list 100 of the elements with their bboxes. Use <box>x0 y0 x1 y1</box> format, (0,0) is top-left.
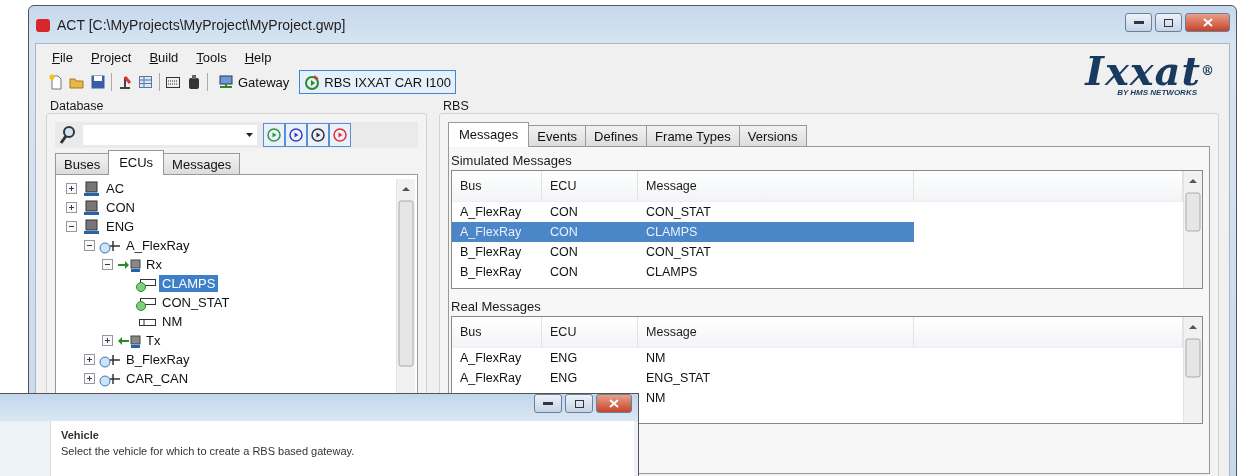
menu-item[interactable]: Tools <box>196 50 227 65</box>
tab[interactable]: Versions <box>738 125 807 147</box>
expander-icon[interactable] <box>102 335 113 346</box>
maximize-button[interactable] <box>565 394 593 413</box>
tool-icon <box>117 74 133 90</box>
scroll-thumb[interactable] <box>398 200 414 367</box>
menu-item[interactable]: Build <box>149 50 179 65</box>
run-icon <box>304 74 321 90</box>
table-cell-text: CLAMPS <box>645 264 699 281</box>
tree-item[interactable]: CON_STAT <box>159 294 233 311</box>
dialog-description: Select the vehicle for which to create a RBS based gateway. <box>61 445 356 457</box>
expander-icon[interactable] <box>84 354 95 365</box>
column-header[interactable]: ECU <box>542 317 639 347</box>
close-button[interactable] <box>596 394 632 413</box>
tree-item[interactable]: CAR_CAN <box>123 370 192 387</box>
dialog-heading: Vehicle <box>61 429 100 441</box>
tab[interactable]: Defines <box>585 125 648 147</box>
table-cell-text: NM <box>645 350 667 367</box>
receive-icon <box>117 256 141 273</box>
scroll-up-icon[interactable] <box>1189 179 1197 183</box>
expander-icon[interactable] <box>84 240 95 251</box>
group-title: RBS <box>442 99 470 113</box>
toolbar-button[interactable]: Gateway <box>213 70 295 94</box>
scroll-up-icon[interactable] <box>402 187 411 191</box>
close-icon <box>609 399 619 408</box>
tab[interactable]: Messages <box>163 153 241 175</box>
section-title: Simulated Messages <box>450 152 573 170</box>
play-button[interactable] <box>307 123 329 147</box>
column-header[interactable]: ECU <box>542 171 639 201</box>
maximize-button[interactable] <box>1155 13 1182 32</box>
maximize-icon <box>574 399 584 408</box>
scroll-up-icon[interactable] <box>1189 325 1197 329</box>
scroll-thumb[interactable] <box>1185 192 1201 232</box>
search-icon <box>59 125 77 145</box>
minimize-icon <box>543 401 553 406</box>
expander-icon[interactable] <box>66 183 77 194</box>
expander-icon[interactable] <box>102 259 113 270</box>
app-icon <box>35 16 51 33</box>
expander-icon[interactable] <box>66 221 77 232</box>
scrollbar[interactable] <box>1183 171 1202 288</box>
close-button[interactable] <box>1185 13 1230 32</box>
tree-item[interactable]: CON <box>103 199 138 216</box>
close-icon <box>1202 18 1213 27</box>
save-icon <box>90 74 106 90</box>
tree-item[interactable]: Rx <box>143 256 165 273</box>
tree-item[interactable]: ENG <box>103 218 138 235</box>
device-icon <box>186 74 202 90</box>
section-title: Real Messages <box>450 298 542 316</box>
computer-icon <box>81 199 101 216</box>
table-cell-text: CON <box>549 244 579 261</box>
play-button[interactable] <box>285 123 307 147</box>
table-cell: CON <box>542 222 639 242</box>
column-header[interactable]: Bus <box>452 317 543 347</box>
tree-item[interactable]: B_FlexRay <box>123 351 193 368</box>
table-cell-text: A_FlexRay <box>459 204 523 221</box>
scroll-thumb[interactable] <box>1185 338 1201 378</box>
expander-icon[interactable] <box>84 373 95 384</box>
column-header[interactable]: Bus <box>452 171 543 201</box>
minimize-button[interactable] <box>1125 13 1152 32</box>
toolbar-button[interactable]: RBS IXXAT CAR I100 <box>299 70 456 94</box>
computer-icon <box>81 180 101 197</box>
keyboard-icon <box>165 74 181 90</box>
menu-item[interactable]: Project <box>90 50 132 65</box>
table-cell-text: CON <box>549 204 579 221</box>
table-cell-text: B_FlexRay <box>459 244 523 261</box>
group-title: Database <box>49 99 105 113</box>
maximize-icon <box>1164 18 1173 27</box>
tree-item[interactable]: AC <box>103 180 128 197</box>
column-header[interactable]: Message <box>638 171 915 201</box>
tab[interactable]: Buses <box>55 153 110 175</box>
table-cell-text: B_FlexRay <box>459 264 523 281</box>
tab[interactable]: ECUs <box>108 150 165 175</box>
logo: Ixxat® BY HMS NETWORKS <box>1085 46 1216 97</box>
tree-item[interactable]: CLAMPS <box>159 275 219 292</box>
scrollbar[interactable] <box>1183 317 1202 423</box>
table-cell-text: ENG_STAT <box>645 370 712 387</box>
expander-icon[interactable] <box>66 202 77 213</box>
menu-item[interactable]: File <box>52 50 73 65</box>
tree-item[interactable]: NM <box>159 313 186 330</box>
tree-item[interactable]: Tx <box>143 332 164 349</box>
column-header[interactable]: Message <box>638 317 915 347</box>
new-file-icon <box>48 74 64 90</box>
minimize-button[interactable] <box>534 394 562 413</box>
tab[interactable]: Frame Types <box>646 125 740 147</box>
table-cell-text: ENG <box>549 370 579 387</box>
menu-item[interactable]: Help <box>244 50 272 65</box>
table-cell-text: CON_STAT <box>645 204 712 221</box>
gateway-icon <box>218 74 234 90</box>
tab[interactable]: Messages <box>448 122 530 147</box>
transmit-icon <box>117 332 141 349</box>
computer-icon <box>81 218 101 235</box>
table-cell: CLAMPS <box>638 222 915 242</box>
table-cell: A_FlexRay <box>452 222 543 242</box>
table-cell-text: ENG <box>549 350 579 367</box>
tree-item[interactable]: A_FlexRay <box>123 237 193 254</box>
table-cell-text: NM <box>645 390 667 407</box>
window-title: ACT [C:\MyProjects\MyProject\MyProject.gwp] <box>57 16 346 33</box>
tab[interactable]: Events <box>528 125 587 147</box>
table-cell-text: CON <box>549 264 579 281</box>
table-cell-text: A_FlexRay <box>459 370 523 387</box>
